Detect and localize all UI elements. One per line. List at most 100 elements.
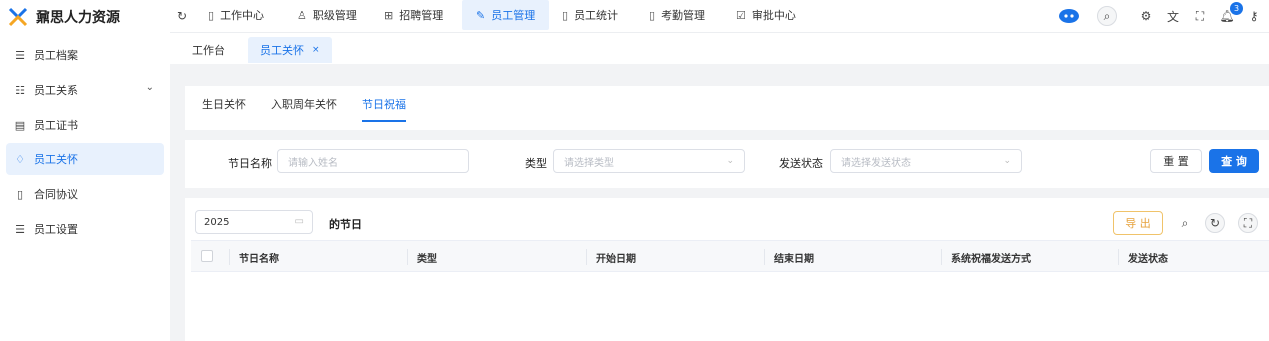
nav-item-recruitment[interactable]: ⊞ 招聘管理 <box>376 0 451 30</box>
year-picker[interactable]: 2025 ▭ <box>195 210 313 234</box>
settings-list-icon: ☰ <box>15 222 25 236</box>
chevron-down-icon: ⌄ <box>1003 156 1011 166</box>
send-status-select[interactable]: 请选择发送状态 ⌄ <box>830 149 1022 173</box>
sidebar-item-label: 合同协议 <box>34 188 78 201</box>
gear-icon[interactable]: ⚙ <box>1136 6 1156 26</box>
nav-item-label: 工作中心 <box>220 9 265 22</box>
holiday-name-input[interactable]: 请输入姓名 <box>277 149 469 173</box>
certificate-icon: ▤ <box>14 118 26 132</box>
tree-list-icon: ☷ <box>15 83 25 97</box>
refresh-icon[interactable]: ↻ <box>1205 213 1225 233</box>
key-icon[interactable]: ⚷ <box>1244 6 1264 26</box>
bell-icon[interactable]: 🔔︎ 3 <box>1217 2 1243 26</box>
sidebar-item-label: 员工设置 <box>34 223 78 236</box>
nav-item-label: 考勤管理 <box>661 9 706 22</box>
column-settings-icon[interactable]: ⛶ <box>1238 213 1258 233</box>
calendar-icon: ▭ <box>294 216 304 227</box>
nav-item-approval-center[interactable]: ☑ 审批中心 <box>728 0 804 30</box>
column-divider <box>407 249 408 265</box>
nav-item-rank-management[interactable]: ♙ 职级管理 <box>289 0 365 30</box>
document-icon: ▯ <box>16 187 24 201</box>
checkbox-icon: ☑ <box>736 8 746 22</box>
fullscreen-icon[interactable]: ⛶ <box>1190 6 1210 26</box>
sidebar-item-contracts[interactable]: ▯ 合同协议 <box>6 178 164 210</box>
sidebar-item-label: 员工关怀 <box>34 153 78 166</box>
refresh-icon[interactable]: ↻ <box>172 6 192 26</box>
page-tab-label: 员工关怀 <box>260 44 304 57</box>
sidebar-item-label: 员工证书 <box>34 119 78 132</box>
grid-icon: ⊞ <box>384 8 394 22</box>
select-all-checkbox[interactable] <box>201 250 213 262</box>
export-button[interactable]: 导 出 <box>1113 211 1163 235</box>
sidebar-item-label: 员工关系 <box>34 84 78 97</box>
page-tab-workbench[interactable]: 工作台 <box>180 37 237 63</box>
document-icon: ▯ <box>649 8 656 22</box>
sidebar-item-employee-files[interactable]: ☰ 员工档案 <box>6 39 164 71</box>
reset-button[interactable]: 重 置 <box>1150 149 1202 173</box>
nav-item-label: 员工管理 <box>491 9 536 22</box>
send-status-label: 发送状态 <box>779 157 823 170</box>
subtab-label: 节日祝福 <box>362 98 406 111</box>
sidebar-item-employee-care[interactable]: ♢ 员工关怀 <box>6 143 164 175</box>
column-divider <box>229 249 230 265</box>
subtab-card: 生日关怀 入职周年关怀 节日祝福 <box>185 86 1269 130</box>
filter-card: 节日名称 请输入姓名 类型 请选择类型 ⌄ 发送状态 请选择发送状态 ⌄ 重 置… <box>185 140 1269 188</box>
table-card: 2025 ▭ 的节日 导 出 ⌕ ↻ ⛶ 节日名称 类型 开始日期 结束日期 系… <box>185 198 1269 341</box>
sidebar-item-employee-settings[interactable]: ☰ 员工设置 <box>6 213 164 245</box>
nav-item-employee-statistics[interactable]: ▯ 员工统计 <box>554 0 626 30</box>
column-header-type[interactable]: 类型 <box>417 250 437 265</box>
assistant-robot-icon[interactable] <box>1056 6 1082 26</box>
sidebar-item-label: 员工档案 <box>34 49 78 62</box>
app-title: 鼐思人力资源 <box>36 9 120 26</box>
column-divider <box>1118 249 1119 265</box>
page-tab-employee-care[interactable]: 员工关怀 × <box>248 37 332 63</box>
subtab-anniversary-care[interactable]: 入职周年关怀 <box>271 86 337 122</box>
subtab-birthday-care[interactable]: 生日关怀 <box>202 86 246 122</box>
select-placeholder: 请选择类型 <box>564 157 614 169</box>
column-header-end-date[interactable]: 结束日期 <box>774 250 814 265</box>
type-label: 类型 <box>525 157 547 170</box>
table-header: 节日名称 类型 开始日期 结束日期 系统祝福发送方式 发送状态 <box>191 240 1269 272</box>
nav-item-label: 审批中心 <box>751 9 796 22</box>
list-icon: ☰ <box>15 48 25 62</box>
year-value: 2025 <box>204 216 230 228</box>
page-tab-strip: 工作台 员工关怀 × <box>170 33 1269 64</box>
column-divider <box>941 249 942 265</box>
search-icon[interactable]: ⌕ <box>1097 6 1117 26</box>
column-divider <box>586 249 587 265</box>
document-icon: ▯ <box>208 8 215 22</box>
app-logo[interactable]: 鼐思人力资源 <box>0 0 170 33</box>
care-icon: ♢ <box>15 152 25 166</box>
subtab-holiday-blessing[interactable]: 节日祝福 <box>362 86 406 122</box>
column-header-send-method[interactable]: 系统祝福发送方式 <box>951 250 1031 265</box>
search-button[interactable]: 查 询 <box>1209 149 1259 173</box>
column-header-holiday-name[interactable]: 节日名称 <box>239 250 279 265</box>
column-header-send-status[interactable]: 发送状态 <box>1128 250 1168 265</box>
sidebar-item-employee-relations[interactable]: ☷ 员工关系 ⌄ <box>6 74 164 106</box>
logo-icon <box>8 7 28 27</box>
select-placeholder: 请选择发送状态 <box>841 157 911 169</box>
close-icon[interactable]: × <box>312 45 320 55</box>
sidebar-item-employee-certificates[interactable]: ▤ 员工证书 <box>6 109 164 141</box>
type-select[interactable]: 请选择类型 ⌄ <box>553 149 745 173</box>
nav-item-label: 招聘管理 <box>399 9 444 22</box>
holiday-name-label: 节日名称 <box>228 157 272 170</box>
column-header-start-date[interactable]: 开始日期 <box>596 250 636 265</box>
nav-item-work-center[interactable]: ▯ 工作中心 <box>200 0 272 30</box>
nav-item-attendance[interactable]: ▯ 考勤管理 <box>641 0 713 30</box>
document-icon: ▯ <box>562 8 569 22</box>
top-navbar: ↻ ▯ 工作中心 ♙ 职级管理 ⊞ 招聘管理 ✎ 员工管理 ▯ 员工统计 ▯ 考… <box>170 0 1269 33</box>
nav-item-employee-management[interactable]: ✎ 员工管理 <box>462 0 550 30</box>
chevron-down-icon: ⌄ <box>145 82 154 93</box>
subtab-label: 生日关怀 <box>202 98 246 111</box>
translate-icon[interactable]: ⽂ <box>1163 6 1183 26</box>
page-tab-label: 工作台 <box>192 44 225 57</box>
subtab-label: 入职周年关怀 <box>271 98 337 111</box>
nav-item-label: 员工统计 <box>574 9 619 22</box>
edit-icon: ✎ <box>476 8 486 22</box>
table-title: 的节日 <box>329 218 362 231</box>
nav-item-label: 职级管理 <box>312 9 357 22</box>
sidebar: ☰ 员工档案 ☷ 员工关系 ⌄ ▤ 员工证书 ♢ 员工关怀 ▯ 合同协议 ☰ 员… <box>0 33 170 341</box>
search-icon[interactable]: ⌕ <box>1175 213 1195 233</box>
hierarchy-icon: ♙ <box>297 8 307 22</box>
